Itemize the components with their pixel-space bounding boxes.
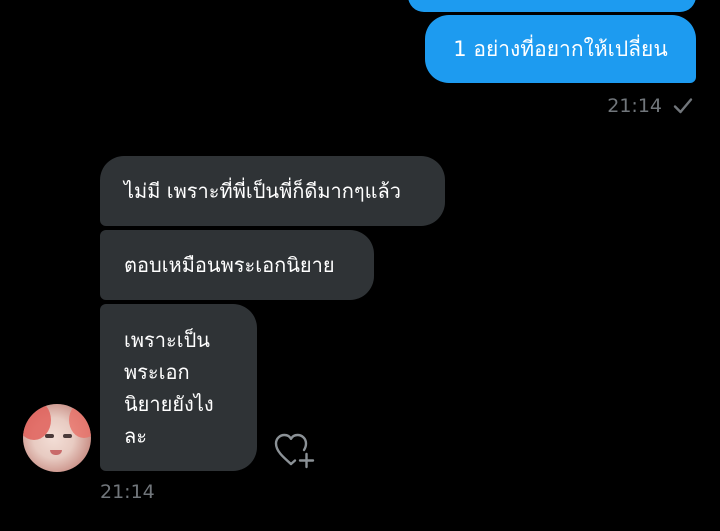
heart-plus-icon	[273, 433, 317, 474]
outgoing-message-bubble[interactable]: 1 อย่างที่อยากให้เปลี่ยน	[425, 15, 696, 83]
add-reaction-button[interactable]	[273, 430, 317, 470]
incoming-message-text: ไม่มี เพราะที่พี่เป็นพี่ก็ดีมากๆแล้ว	[124, 179, 402, 203]
outgoing-message-text: 1 อย่างที่อยากให้เปลี่ยน	[453, 37, 668, 61]
incoming-message-bubble[interactable]: ตอบเหมือนพระเอกนิยาย	[100, 230, 374, 300]
dm-conversation: 1 อย่างที่อยากให้เปลี่ยน 21:14 ไม่มี เพร…	[0, 0, 720, 531]
outgoing-message-time: 21:14	[607, 95, 662, 117]
incoming-message-line: พระเอก	[124, 360, 190, 384]
incoming-message-bubble[interactable]: เพราะเป็น พระเอก นิยายยังไง ละ	[100, 304, 257, 471]
incoming-message-bubble[interactable]: ไม่มี เพราะที่พี่เป็นพี่ก็ดีมากๆแล้ว	[100, 156, 445, 226]
incoming-message-text: ตอบเหมือนพระเอกนิยาย	[124, 253, 335, 277]
incoming-message-line: เพราะเป็น	[124, 328, 210, 352]
incoming-message-line: นิยายยังไง	[124, 392, 214, 416]
outgoing-message-meta: 21:14	[607, 93, 694, 119]
sender-avatar[interactable]	[23, 404, 91, 472]
outgoing-message-bubble-previous[interactable]	[408, 0, 696, 12]
incoming-message-time: 21:14	[100, 481, 155, 503]
check-icon	[672, 95, 694, 117]
incoming-message-line: ละ	[124, 424, 147, 448]
